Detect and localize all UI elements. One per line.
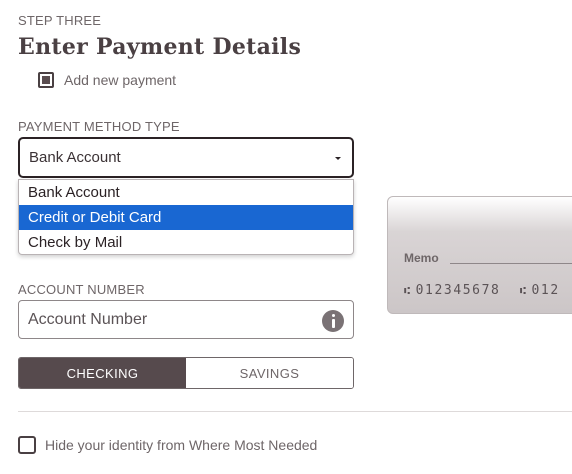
- account-number-label: ACCOUNT NUMBER: [18, 282, 145, 297]
- routing-symbol-icon: ⑆: [519, 286, 528, 297]
- add-new-payment-checkbox[interactable]: [38, 72, 54, 88]
- check-memo-line: [450, 263, 572, 264]
- checkbox-checked-mark: [42, 76, 50, 84]
- payment-method-selected-value: Bank Account: [29, 149, 121, 166]
- add-new-payment-label: Add new payment: [64, 72, 177, 88]
- hide-identity-checkbox[interactable]: [18, 436, 36, 454]
- payment-method-select[interactable]: Bank Account: [18, 137, 354, 178]
- section-divider: [18, 411, 572, 412]
- info-icon[interactable]: [322, 310, 344, 332]
- page-title: Enter Payment Details: [18, 34, 302, 60]
- dropdown-option-bank-account[interactable]: Bank Account: [19, 180, 353, 205]
- dropdown-option-check-by-mail[interactable]: Check by Mail: [19, 230, 353, 255]
- account-number-field[interactable]: [18, 300, 354, 339]
- add-new-payment-checkbox-row[interactable]: Add new payment: [38, 72, 176, 88]
- dropdown-option-credit-or-debit-card[interactable]: Credit or Debit Card: [19, 205, 353, 230]
- hide-identity-checkbox-row[interactable]: Hide your identity from Where Most Neede…: [18, 436, 317, 454]
- savings-option-button[interactable]: SAVINGS: [186, 358, 353, 388]
- account-type-toggle: CHECKING SAVINGS: [18, 357, 354, 389]
- caret-down-icon: [335, 157, 341, 160]
- routing-digits-2: 012: [531, 283, 560, 298]
- info-icon-dot: [331, 314, 335, 317]
- checking-option-button[interactable]: CHECKING: [19, 358, 186, 388]
- step-label: STEP THREE: [18, 13, 102, 28]
- check-routing-number: ⑆ 012345678 ⑆ 012: [404, 283, 560, 298]
- account-number-input[interactable]: [28, 310, 298, 329]
- payment-method-type-label: PAYMENT METHOD TYPE: [18, 119, 180, 134]
- check-memo-label: Memo: [404, 251, 439, 265]
- payment-method-dropdown: Bank Account Credit or Debit Card Check …: [18, 179, 354, 255]
- info-icon-bar: [331, 319, 335, 328]
- routing-digits: 012345678: [415, 283, 501, 298]
- routing-symbol-icon: ⑆: [404, 286, 412, 297]
- hide-identity-label: Hide your identity from Where Most Neede…: [45, 437, 318, 453]
- check-image: Memo ⑆ 012345678 ⑆ 012: [387, 196, 572, 314]
